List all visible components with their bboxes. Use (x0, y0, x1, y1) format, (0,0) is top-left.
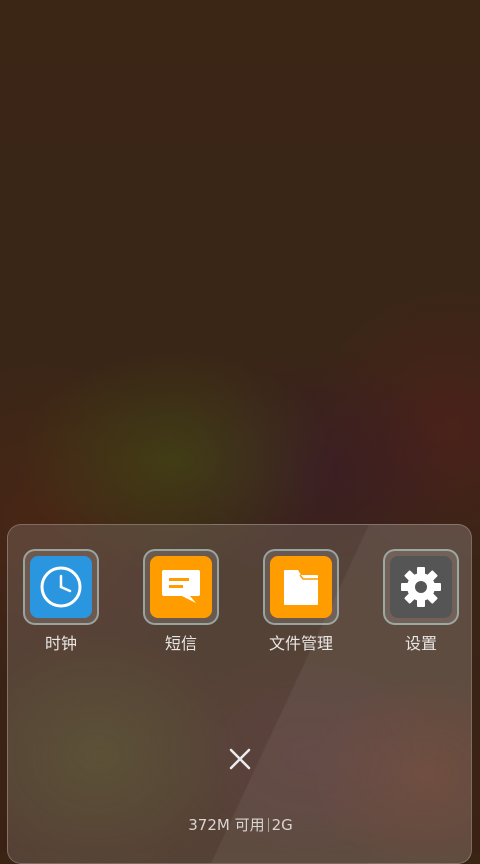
app-icon-frame (143, 549, 219, 625)
recent-apps-panel: 时钟 短信 文件管理 设置 372M 可用 2G (7, 524, 472, 864)
close-all-button[interactable] (226, 745, 254, 773)
app-icon-frame (263, 549, 339, 625)
divider (267, 818, 269, 832)
recent-app-file-manager[interactable]: 文件管理 (261, 549, 341, 655)
gear-icon (390, 556, 452, 618)
recent-app-messages[interactable]: 短信 (141, 549, 221, 655)
app-label: 文件管理 (268, 634, 333, 653)
app-icon-frame (383, 549, 459, 625)
app-label: 时钟 (44, 634, 77, 653)
message-icon (150, 556, 212, 618)
folder-icon (270, 556, 332, 618)
app-label: 设置 (404, 634, 437, 653)
close-icon (229, 748, 251, 770)
app-label: 短信 (164, 634, 197, 653)
recent-app-clock[interactable]: 时钟 (21, 549, 101, 655)
memory-available: 372M 可用 (188, 816, 265, 834)
memory-status: 372M 可用 2G (8, 815, 473, 835)
clock-icon (30, 556, 92, 618)
recent-app-settings[interactable]: 设置 (381, 549, 461, 655)
memory-total: 2G (271, 816, 293, 834)
app-icon-frame (23, 549, 99, 625)
